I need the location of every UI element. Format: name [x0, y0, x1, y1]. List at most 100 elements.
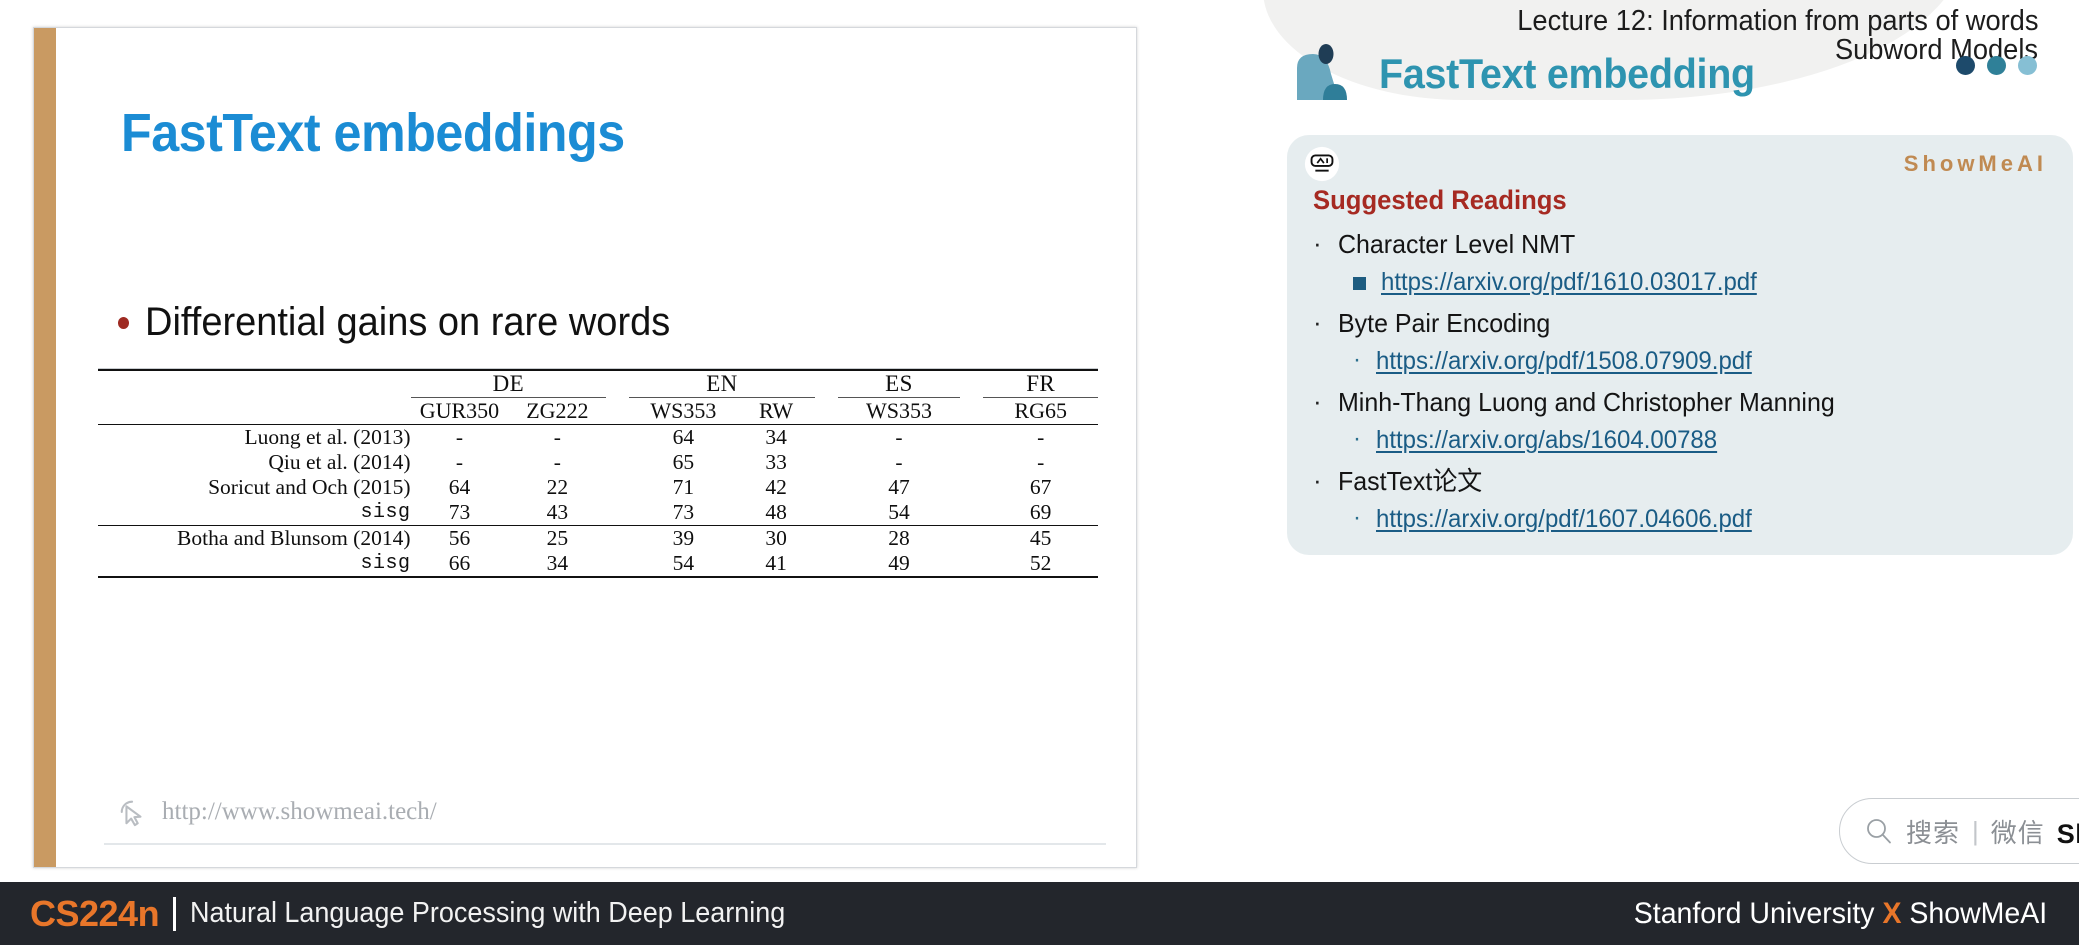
slide-accent-bar: [34, 28, 56, 867]
reading-link[interactable]: https://arxiv.org/abs/1604.00788: [1376, 424, 1717, 456]
table-row-label: Luong et al. (2013): [244, 425, 411, 449]
footer-attribution-suffix: ShowMeAI: [1901, 896, 2047, 930]
reading-link[interactable]: https://arxiv.org/pdf/1508.07909.pdf: [1376, 345, 1752, 377]
spacer-cell: [960, 551, 983, 577]
table-cell: 30: [765, 526, 787, 550]
bullet-dot-icon: ·: [1313, 307, 1322, 337]
cursor-icon: [120, 800, 142, 827]
spacer-cell: [960, 398, 983, 425]
sub-header-zg222: ZG222: [526, 398, 589, 423]
spacer-cell: [815, 450, 838, 475]
table-row: Luong et al. (2013) - - 64 34 - -: [98, 425, 1098, 451]
bullet-dot-icon: ·: [1353, 504, 1361, 531]
table-head: DE EN ES FR GUR350 ZG222 WS353 RW WS353 …: [98, 370, 1098, 425]
reading-item: · Minh-Thang Luong and Christopher Mannin…: [1309, 387, 2055, 418]
reading-item-label: Minh-Thang Luong and Christopher Manning: [1337, 387, 1835, 417]
spacer-cell: [606, 526, 629, 552]
spacer-cell: [606, 450, 629, 475]
sub-header-blank: [98, 398, 411, 425]
dot-icon-3: [2018, 56, 2037, 75]
footer-course-code: CS224n: [30, 892, 160, 934]
table-cell: 39: [672, 526, 695, 550]
footer-attribution: Stanford University X ShowMeAI: [1634, 897, 2047, 931]
table-cell: 54: [672, 551, 695, 575]
table-cell: 69: [1029, 500, 1052, 524]
slide-title: FastText embeddings: [121, 103, 625, 163]
table-cell: 73: [672, 500, 695, 524]
table-cell: -: [1037, 425, 1045, 449]
table-cell: 52: [1029, 551, 1052, 575]
search-separator: |: [1972, 815, 1979, 846]
slide-bullet-text: Differential gains on rare words: [145, 300, 671, 344]
slide-frame: FastText embeddings Differential gains o…: [33, 27, 1137, 868]
reading-link-row: https://arxiv.org/pdf/1610.03017.pdf: [1353, 266, 2055, 298]
table-cell: 22: [546, 475, 569, 499]
search-channel-label: 微信: [1990, 817, 2045, 848]
table-body-group-1: Luong et al. (2013) - -64 34- - Qiu et al. (2…: [98, 424, 1098, 526]
reading-item-label: FastText论文: [1337, 466, 1482, 496]
spacer-cell: [606, 475, 629, 500]
table-cell: 67: [1029, 475, 1052, 499]
spacer-cell: [960, 425, 983, 451]
bullet-dot-icon: ·: [1313, 465, 1322, 495]
results-table-zone: DE EN ES FR GUR350 ZG222 WS353 RW WS353 …: [98, 368, 1098, 578]
reading-item-label: Byte Pair Encoding: [1337, 308, 1550, 338]
table-row-label: sisg: [360, 501, 411, 524]
spacer-cell: [606, 500, 629, 526]
table-row-label: Soricut and Och (2015): [208, 475, 411, 499]
reading-item: · Byte Pair Encoding: [1309, 308, 2055, 339]
slide-content: FastText embeddings Differential gains o…: [56, 28, 1136, 867]
page-footer: CS224n Natural Language Processing with …: [0, 882, 2079, 945]
search-bar[interactable]: 搜索 | 微信 ShowMeAI研究中心: [1839, 798, 2079, 864]
search-brand-label: ShowMeAI研究中心: [2056, 818, 2079, 849]
reading-item-label: Character Level NMT: [1337, 229, 1575, 259]
sub-header-gur350: GUR350: [419, 398, 500, 423]
spacer-cell: [815, 526, 838, 552]
spacer-cell: [606, 370, 629, 398]
bullet-dot-icon: ·: [1353, 425, 1361, 452]
reading-link-row: · https://arxiv.org/pdf/1607.04606.pdf: [1353, 503, 2055, 535]
spacer-cell: [815, 551, 838, 577]
spacer-cell: [960, 500, 983, 526]
table-row-label: sisg: [360, 552, 411, 575]
table-cell: 43: [546, 500, 569, 524]
table-cell: -: [455, 425, 464, 449]
spacer-cell: [960, 450, 983, 475]
reading-link-row: · https://arxiv.org/abs/1604.00788: [1353, 424, 2055, 456]
reading-link[interactable]: https://arxiv.org/pdf/1607.04606.pdf: [1376, 503, 1752, 535]
right-panel: Lecture 12: Information from parts of wo…: [1263, 0, 2079, 880]
spacer-cell: [815, 475, 838, 500]
table-sub-header-row: GUR350 ZG222 WS353 RW WS353 RG65: [98, 398, 1098, 425]
spacer-cell: [815, 370, 838, 398]
table-cell: 33: [765, 450, 787, 474]
table-row: Soricut and Och (2015) 64 22 71 42 47 67: [98, 475, 1098, 500]
footer-attribution-x: X: [1882, 896, 1902, 930]
reading-item: · Character Level NMT: [1309, 229, 2055, 260]
slide-page: FastText embeddings Differential gains o…: [0, 0, 2079, 945]
card-brand-label: ShowMeAI: [1903, 151, 2047, 176]
table-cell: 42: [765, 475, 787, 499]
table-cell: 54: [888, 500, 910, 524]
table-cell: 56: [448, 526, 471, 550]
table-cell: 49: [888, 551, 910, 575]
spacer-cell: [960, 526, 983, 552]
table-cell: 71: [672, 475, 695, 499]
table-cell: -: [553, 450, 561, 474]
table-cell: 73: [448, 500, 471, 524]
table-cell: -: [895, 425, 903, 449]
table-cell: 28: [888, 526, 910, 550]
dot-icon-1: [1956, 56, 1975, 75]
bullet-dot-icon: [118, 316, 129, 329]
table-cell: 34: [765, 425, 787, 449]
spacer-cell: [960, 370, 983, 398]
table-cell: 64: [672, 425, 695, 449]
bullet-dot-icon: ·: [1313, 386, 1322, 416]
table-row: Botha and Blunsom (2014) 56 25 39 30 28 45: [98, 526, 1098, 552]
footer-course-name: Natural Language Processing with Deep Le…: [190, 897, 786, 929]
group-header-blank: [98, 370, 411, 398]
table-group-header-row: DE EN ES FR: [98, 370, 1098, 398]
reading-link[interactable]: https://arxiv.org/pdf/1610.03017.pdf: [1381, 266, 1757, 298]
footer-divider: [173, 896, 177, 931]
card-heading: Suggested Readings: [1313, 185, 1567, 215]
table-cell: 47: [888, 475, 910, 499]
